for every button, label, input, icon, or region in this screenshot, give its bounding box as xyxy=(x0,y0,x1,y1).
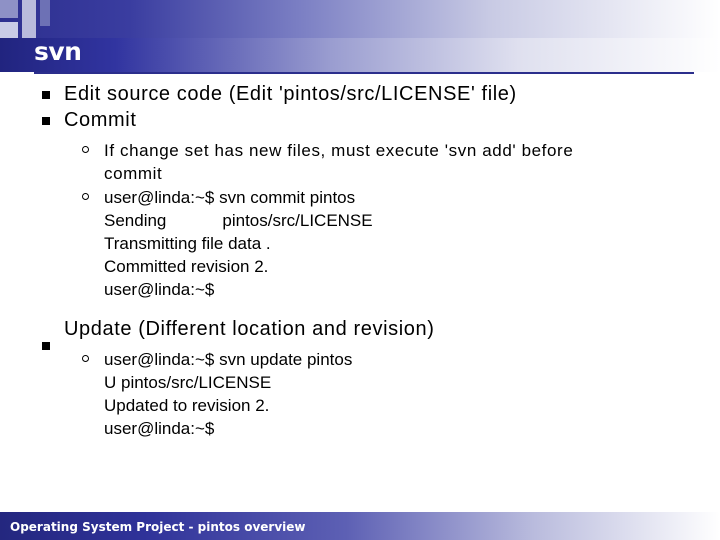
bullet-text: Update (Different location and revision) xyxy=(64,318,435,340)
terminal-line: Committed revision 2. xyxy=(104,257,269,276)
ring-bullet-icon xyxy=(82,355,89,362)
sub-bullet-line: If change set has new files, must execut… xyxy=(104,141,574,160)
header-gradient-band xyxy=(0,0,720,38)
decor-square-2 xyxy=(22,0,36,38)
terminal-sending-path: pintos/src/LICENSE xyxy=(222,211,373,230)
terminal-line: user@linda:~$ xyxy=(104,280,215,299)
terminal-line: Transmitting file data . xyxy=(104,234,271,253)
sub-bullet-line: commit xyxy=(104,164,163,183)
bullet-list-level2: user@linda:~$ svn update pintos U pintos… xyxy=(64,348,720,440)
decor-square-1 xyxy=(0,0,18,18)
title-underline xyxy=(34,72,694,74)
terminal-line-sending: Sending pintos/src/LICENSE xyxy=(104,209,720,232)
square-bullet-icon xyxy=(42,91,50,99)
terminal-sending-label: Sending xyxy=(104,211,167,230)
terminal-line: user@linda:~$ svn commit pintos xyxy=(104,188,356,207)
terminal-line: Updated to revision 2. xyxy=(104,396,270,415)
slide-body: Edit source code (Edit 'pintos/src/LICEN… xyxy=(0,82,720,441)
list-item: Edit source code (Edit 'pintos/src/LICEN… xyxy=(0,82,720,107)
square-bullet-icon xyxy=(42,342,50,350)
list-item: Update (Different location and revision)… xyxy=(0,317,720,440)
list-item: If change set has new files, must execut… xyxy=(64,139,720,185)
bullet-text: Commit xyxy=(64,109,137,131)
bullet-text: Edit source code (Edit 'pintos/src/LICEN… xyxy=(64,83,517,105)
list-item: user@linda:~$ svn update pintos U pintos… xyxy=(64,348,720,440)
square-bullet-icon xyxy=(42,117,50,125)
footer-text: Operating System Project - pintos overvi… xyxy=(10,520,306,534)
list-item: Commit If change set has new files, must… xyxy=(0,108,720,301)
ring-bullet-icon xyxy=(82,193,89,200)
terminal-line: U pintos/src/LICENSE xyxy=(104,373,272,392)
list-item: user@linda:~$ svn commit pintos Sending p… xyxy=(64,186,720,301)
decor-square-4 xyxy=(0,22,18,38)
title-gradient-strip xyxy=(0,38,720,72)
page-title: svn xyxy=(34,37,82,66)
decor-square-3 xyxy=(40,0,50,26)
terminal-line: user@linda:~$ xyxy=(104,419,215,438)
terminal-line: user@linda:~$ svn update pintos xyxy=(104,350,353,369)
ring-bullet-icon xyxy=(82,146,89,153)
bullet-list-level1: Edit source code (Edit 'pintos/src/LICEN… xyxy=(0,82,720,440)
bullet-list-level2: If change set has new files, must execut… xyxy=(64,139,720,301)
